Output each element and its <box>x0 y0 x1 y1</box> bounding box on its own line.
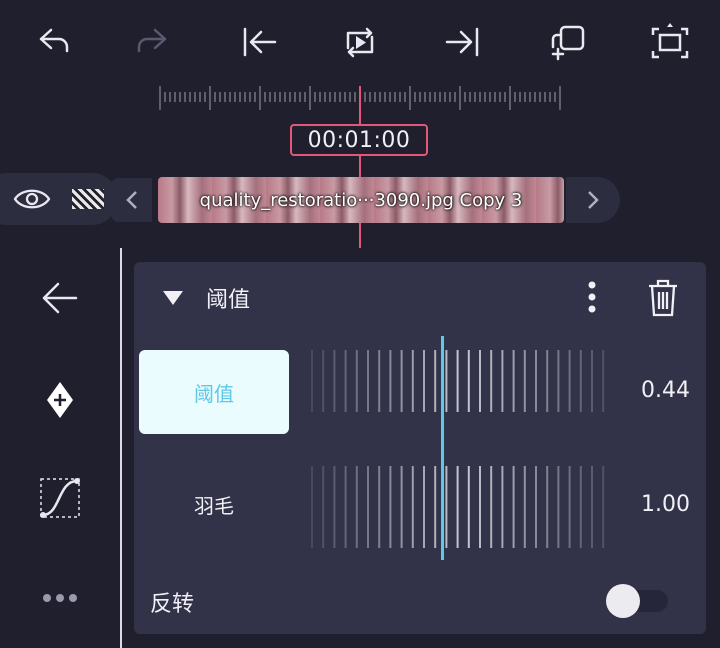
reverse-toggle[interactable] <box>606 584 668 618</box>
clip-label: quality_restoratio···3090.jpg Copy 3 <box>199 189 523 211</box>
video-clip[interactable]: quality_restoratio···3090.jpg Copy 3 <box>158 177 564 223</box>
undo-button[interactable] <box>28 18 76 66</box>
track-controls <box>0 173 118 225</box>
bezier-curve-icon <box>40 478 80 518</box>
fullscreen-icon <box>651 23 689 59</box>
add-keyframe-icon <box>47 382 73 418</box>
panel-title: 阈值 <box>206 288 251 313</box>
back-button[interactable] <box>30 268 90 328</box>
visibility-toggle[interactable] <box>12 185 52 213</box>
param-tab-feather[interactable]: 羽毛 <box>139 462 289 546</box>
loop-play-button[interactable] <box>336 18 384 66</box>
more-horizontal-icon <box>43 594 77 602</box>
playhead[interactable] <box>359 86 361 248</box>
redo-button[interactable] <box>130 18 178 66</box>
threshold-slider[interactable] <box>306 336 606 420</box>
jump-to-end-icon <box>445 27 479 57</box>
panel-menu-button[interactable] <box>580 280 604 316</box>
collapse-toggle[interactable] <box>162 290 184 308</box>
back-arrow-icon <box>42 282 78 314</box>
param-tab-threshold[interactable]: 阈值 <box>139 350 289 434</box>
triangle-down-icon <box>163 291 183 305</box>
more-vertical-icon <box>588 281 596 313</box>
clip-prev-button[interactable] <box>112 178 152 222</box>
redo-icon <box>137 28 167 53</box>
jump-to-start-icon <box>243 27 277 57</box>
loop-play-icon <box>346 27 374 58</box>
jump-to-end-button[interactable] <box>440 18 488 66</box>
add-keyframe-button[interactable] <box>30 370 90 430</box>
param-label-feather: 羽毛 <box>194 493 234 518</box>
chevron-left-icon <box>126 191 137 209</box>
jump-to-start-button[interactable] <box>234 18 282 66</box>
slider-indicator[interactable] <box>441 336 444 560</box>
fullscreen-button[interactable] <box>646 18 694 66</box>
toggle-knob <box>606 584 640 618</box>
chevron-right-icon <box>588 191 599 209</box>
trash-icon <box>649 279 677 317</box>
add-copy-button[interactable] <box>544 18 592 66</box>
undo-icon <box>39 28 69 53</box>
timecode-text: 00:01:00 <box>307 127 411 153</box>
reverse-label: 反转 <box>150 592 195 617</box>
feather-value: 1.00 <box>641 492 690 517</box>
clip-next-button[interactable] <box>566 177 620 223</box>
threshold-value: 0.44 <box>641 378 690 403</box>
delete-button[interactable] <box>646 278 680 318</box>
more-button[interactable] <box>30 568 90 628</box>
timecode-display: 00:01:00 <box>290 124 428 156</box>
sidebar-divider <box>120 248 122 648</box>
eye-icon <box>13 189 51 209</box>
threshold-panel: 阈值 阈值 0.44 羽毛 1.00 反转 <box>134 262 706 634</box>
param-label-threshold: 阈值 <box>194 381 234 406</box>
track-thumbnail <box>72 189 104 209</box>
curve-button[interactable] <box>30 468 90 528</box>
feather-slider[interactable] <box>306 464 606 548</box>
add-copy-icon <box>551 25 585 61</box>
